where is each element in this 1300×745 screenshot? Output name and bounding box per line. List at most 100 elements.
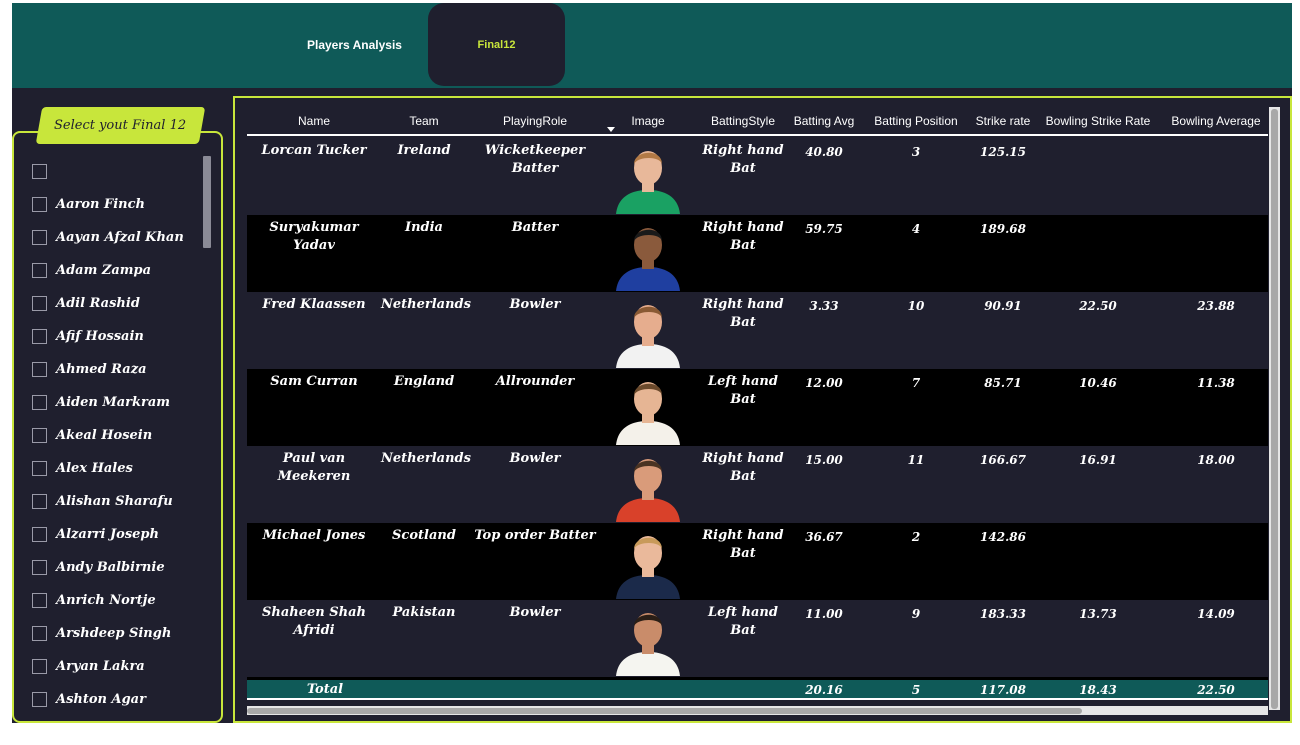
slicer-item[interactable]: Adil Rashid [32, 293, 140, 313]
player-name: Suryakumar Yadav [269, 220, 359, 253]
batting-style: Right hand Bat [702, 220, 784, 253]
slicer-item[interactable]: Akeal Hosein [32, 425, 152, 445]
team-header[interactable]: Team [381, 107, 467, 134]
bowling-average-header[interactable]: Bowling Average [1165, 107, 1267, 134]
tab-players-analysis[interactable]: Players Analysis [307, 38, 402, 52]
slicer-item-label: Adam Zampa [56, 262, 152, 278]
table-row[interactable]: Lorcan Tucker Ireland Wicketkeeper Batter R… [247, 138, 1268, 215]
slicer-item[interactable]: Aaron Finch [32, 194, 145, 214]
checkbox[interactable] [32, 163, 47, 179]
table-viewport: Name Team PlayingRole Image BattingStyle Batt… [247, 107, 1268, 693]
total-batting-position: 5 [911, 683, 921, 697]
playing-role: Batter [511, 220, 559, 235]
checkbox[interactable] [32, 295, 47, 311]
slicer-scrollbar[interactable] [203, 156, 211, 248]
batting-position: 3 [911, 145, 921, 159]
playing-role: Top order Batter [474, 528, 596, 543]
strike-rate-header[interactable]: Strike rate [969, 107, 1037, 134]
checkbox[interactable] [32, 691, 47, 707]
batting-avg: 3.33 [809, 299, 839, 313]
tab-final12[interactable]: Final12 [428, 3, 565, 86]
batting-style: Left hand Bat [708, 374, 778, 407]
slicer-item[interactable]: Arshdeep Singh [32, 623, 171, 643]
batting-avg: 36.67 [805, 530, 843, 544]
batting-avg: 40.80 [805, 145, 843, 159]
team-name: Pakistan [392, 605, 456, 620]
image-header[interactable]: Image [609, 107, 687, 134]
slicer-item-label: Alzarri Joseph [56, 526, 159, 542]
slicer-item[interactable]: Aiden Markram [32, 392, 170, 412]
batting-style: Right hand Bat [702, 528, 784, 561]
table-row[interactable]: Suryakumar Yadav India Batter Right hand Ba… [247, 215, 1268, 292]
slicer-item-label: Afif Hossain [56, 328, 144, 344]
batting-position: 7 [911, 376, 921, 390]
batting-position: 9 [911, 607, 921, 621]
checkbox[interactable] [32, 460, 47, 476]
slicer-item[interactable]: Alzarri Joseph [32, 524, 159, 544]
checkbox[interactable] [32, 394, 47, 410]
batting-style-header[interactable]: BattingStyle [695, 107, 791, 134]
player-name: Paul van Meekeren [277, 451, 351, 484]
table-row[interactable]: Paul van Meekeren Netherlands Bowler Right … [247, 446, 1268, 523]
bowling-average: 14.09 [1197, 607, 1235, 621]
bowling-average: 18.00 [1197, 453, 1235, 467]
slicer-item-label: Aiden Markram [56, 394, 171, 410]
team-name: Ireland [397, 143, 451, 158]
checkbox[interactable] [32, 262, 47, 278]
player-name: Sam Curran [270, 374, 358, 389]
bowling-strike-rate-header[interactable]: Bowling Strike Rate [1042, 107, 1154, 134]
team-name: Netherlands [381, 451, 471, 466]
total-bowling-average: 22.50 [1197, 683, 1235, 697]
bowling-average: 23.88 [1197, 299, 1235, 313]
total-label: Total [306, 682, 344, 697]
table-row[interactable]: Michael Jones Scotland Top order Batter Rig… [247, 523, 1268, 600]
slicer-item[interactable]: Alishan Sharafu [32, 491, 173, 511]
checkbox[interactable] [32, 196, 47, 212]
checkbox[interactable] [32, 658, 47, 674]
playing-role-header[interactable]: PlayingRole [469, 107, 601, 134]
table-row[interactable]: Shaheen Shah Afridi Pakistan Bowler Left ha… [247, 600, 1268, 677]
strike-rate: 183.33 [980, 607, 1026, 621]
table-row[interactable]: Fred Klaassen Netherlands Bowler Right hand… [247, 292, 1268, 369]
slicer-item[interactable] [32, 161, 56, 181]
slicer-item-label: Akeal Hosein [56, 427, 153, 443]
batting-position-header[interactable]: Batting Position [868, 107, 964, 134]
slicer-item[interactable]: Ahmed Raza [32, 359, 147, 379]
slicer-item[interactable]: Aryan Lakra [32, 656, 145, 676]
name-header[interactable]: Name [247, 107, 381, 134]
table-row[interactable]: Sam Curran England Allrounder Left hand Bat… [247, 369, 1268, 446]
slicer-item[interactable]: Ashton Agar [32, 689, 146, 709]
slicer-item-label: Adil Rashid [56, 295, 140, 311]
checkbox[interactable] [32, 361, 47, 377]
checkbox[interactable] [32, 493, 47, 509]
horizontal-scrollbar-thumb[interactable] [247, 708, 1082, 714]
slicer-item-label: Anrich Nortje [56, 592, 156, 608]
slicer-item[interactable]: Anrich Nortje [32, 590, 156, 610]
checkbox[interactable] [32, 592, 47, 608]
player-photo [610, 446, 686, 522]
slicer-item[interactable]: Andy Balbirnie [32, 557, 165, 577]
bowling-average: 11.38 [1197, 376, 1235, 390]
strike-rate: 85.71 [984, 376, 1022, 390]
checkbox[interactable] [32, 526, 47, 542]
slicer-item[interactable]: Afif Hossain [32, 326, 144, 346]
total-bowling-strike-rate: 18.43 [1079, 683, 1117, 697]
checkbox[interactable] [32, 625, 47, 641]
slicer-item[interactable]: Adam Zampa [32, 260, 151, 280]
checkbox[interactable] [32, 559, 47, 575]
player-photo [610, 215, 686, 291]
checkbox[interactable] [32, 328, 47, 344]
batting-style: Right hand Bat [702, 143, 784, 176]
vertical-scrollbar-thumb[interactable] [1271, 109, 1278, 709]
checkbox[interactable] [32, 427, 47, 443]
strike-rate: 90.91 [984, 299, 1022, 313]
checkbox[interactable] [32, 229, 47, 245]
batting-avg-header[interactable]: Batting Avg [787, 107, 861, 134]
slicer-item[interactable]: Alex Hales [32, 458, 133, 478]
slicer-item[interactable]: Aayan Afzal Khan [32, 227, 184, 247]
batting-avg: 11.00 [805, 607, 843, 621]
playing-role: Bowler [509, 297, 561, 312]
team-name: India [405, 220, 443, 235]
strike-rate: 189.68 [980, 222, 1026, 236]
slicer-item-label: Aayan Afzal Khan [56, 229, 184, 245]
